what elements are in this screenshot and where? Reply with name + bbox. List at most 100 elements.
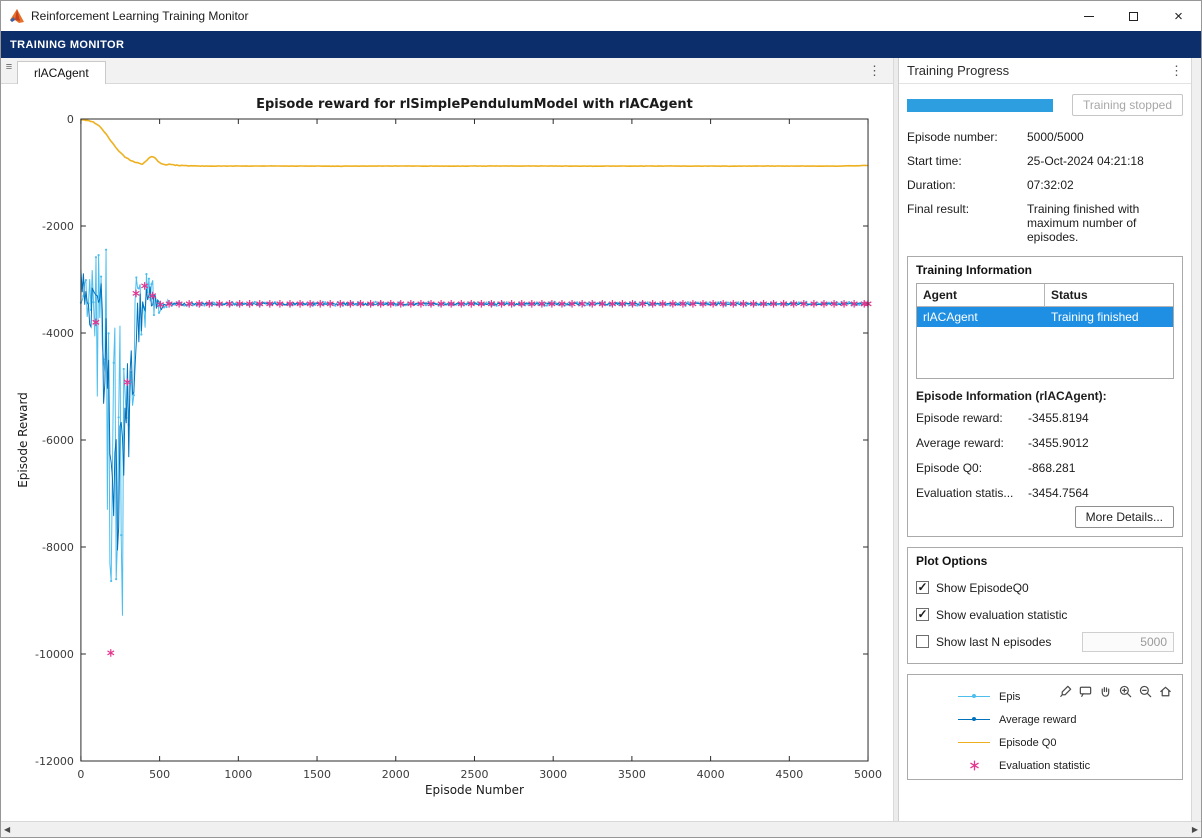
legend-panel: Epis Average reward Episode Q0 <box>907 674 1183 780</box>
more-details-button[interactable]: More Details... <box>1075 506 1174 528</box>
progress-row: Training stopped <box>907 94 1183 116</box>
legend-item-episode-q0: Episode Q0 <box>916 731 1174 754</box>
final-result-label: Final result: <box>907 202 1027 244</box>
training-progress-title: Training Progress <box>899 63 1009 78</box>
svg-text:-6000: -6000 <box>42 434 74 447</box>
svg-text:500: 500 <box>149 768 170 781</box>
show-episodeq0-checkbox[interactable] <box>916 581 929 594</box>
home-icon[interactable] <box>1156 682 1174 700</box>
reward-plot: 0500100015002000250030003500400045005000… <box>1 84 893 821</box>
agent-table-row[interactable]: rlACAgent Training finished <box>917 307 1173 327</box>
training-progress-body: Training stopped Episode number: 5000/50… <box>899 84 1191 821</box>
legend-label: Average reward <box>999 714 1076 726</box>
show-last-n-episodes-label: Show last N episodes <box>936 635 1051 649</box>
pan-icon[interactable] <box>1096 682 1114 700</box>
close-button[interactable]: × <box>1156 1 1201 31</box>
brush-icon[interactable] <box>1056 682 1074 700</box>
datatip-icon[interactable] <box>1076 682 1094 700</box>
episode-reward-value: -3455.8194 <box>1028 411 1174 425</box>
window-controls: × <box>1066 1 1201 31</box>
average-reward-line-sample <box>958 719 990 720</box>
legend-item-evaluation-statistic: Evaluation statistic <box>916 754 1174 777</box>
svg-text:4500: 4500 <box>775 768 803 781</box>
show-episodeq0-row: Show EpisodeQ0 <box>916 574 1174 601</box>
svg-text:5000: 5000 <box>854 768 882 781</box>
episode-information-title: Episode Information (rlACAgent): <box>916 389 1174 403</box>
close-icon: × <box>1174 9 1183 24</box>
svg-text:-4000: -4000 <box>42 327 74 340</box>
average-reward-label: Average reward: <box>916 436 1028 450</box>
svg-text:1500: 1500 <box>303 768 331 781</box>
vertical-scrollbar[interactable] <box>1191 58 1201 821</box>
training-information-title: Training Information <box>916 263 1174 277</box>
progress-fields: Episode number: 5000/5000 Start time: 25… <box>907 130 1183 244</box>
show-evaluation-statistic-row: Show evaluation statistic <box>916 601 1174 628</box>
training-information-panel: Training Information Agent Status rlACAg… <box>907 256 1183 537</box>
tab-label: rlACAgent <box>34 66 89 80</box>
documents-menu-icon[interactable]: ≡ <box>1 58 17 73</box>
maximize-icon <box>1129 12 1138 21</box>
minimize-button[interactable] <box>1066 1 1111 31</box>
episode-reward-line-sample <box>958 696 990 697</box>
episode-q0-line-sample <box>958 742 990 743</box>
tab-rlacagent[interactable]: rlACAgent <box>17 61 106 84</box>
average-reward-value: -3455.9012 <box>1028 436 1174 450</box>
toolstrip-tab-training-monitor[interactable]: TRAINING MONITOR <box>1 39 124 51</box>
training-stopped-button[interactable]: Training stopped <box>1072 94 1183 116</box>
show-last-n-episodes-row: Show last N episodes <box>916 628 1174 655</box>
show-evaluation-statistic-checkbox[interactable] <box>916 608 929 621</box>
axes-toolbar <box>1056 682 1174 700</box>
maximize-button[interactable] <box>1111 1 1156 31</box>
asterisk-marker-icon <box>958 759 990 772</box>
show-last-n-episodes-checkbox[interactable] <box>916 635 929 648</box>
duration-label: Duration: <box>907 178 1027 192</box>
plot-options-title: Plot Options <box>916 554 1174 568</box>
episode-reward-label: Episode reward: <box>916 411 1028 425</box>
status-column-header: Status <box>1045 284 1173 306</box>
titlebar: Reinforcement Learning Training Monitor … <box>1 1 1201 31</box>
svg-text:Episode Number: Episode Number <box>425 783 524 797</box>
episode-number-label: Episode number: <box>907 130 1027 144</box>
evaluation-statistic-value: -3454.7564 <box>1028 486 1174 500</box>
svg-text:-2000: -2000 <box>42 220 74 233</box>
duration-value: 07:32:02 <box>1027 178 1183 192</box>
training-progress-panel: Training Progress ⋮ Training stopped Epi… <box>899 58 1191 821</box>
show-evaluation-statistic-label: Show evaluation statistic <box>936 608 1067 622</box>
svg-text:0: 0 <box>77 768 84 781</box>
toolstrip: TRAINING MONITOR <box>1 31 1201 58</box>
svg-text:2000: 2000 <box>382 768 410 781</box>
agent-cell: rlACAgent <box>917 307 1045 327</box>
svg-text:1000: 1000 <box>224 768 252 781</box>
document-menu-ellipsis-icon[interactable]: ⋮ <box>868 63 881 79</box>
evaluation-statistic-label: Evaluation statis... <box>916 486 1028 500</box>
training-progress-menu-icon[interactable]: ⋮ <box>1170 63 1183 79</box>
start-time-label: Start time: <box>907 154 1027 168</box>
window-title: Reinforcement Learning Training Monitor <box>31 9 248 23</box>
svg-text:4000: 4000 <box>697 768 725 781</box>
document-area: ≡ rlACAgent ⋮ 05001000150020002500300035… <box>1 58 893 821</box>
svg-text:-12000: -12000 <box>35 755 74 768</box>
svg-text:0: 0 <box>67 113 74 126</box>
document-tabstrip: ≡ rlACAgent ⋮ <box>1 58 893 84</box>
app-window: Reinforcement Learning Training Monitor … <box>0 0 1202 838</box>
episode-number-value: 5000/5000 <box>1027 130 1183 144</box>
zoom-out-icon[interactable] <box>1136 682 1154 700</box>
last-n-episodes-input[interactable] <box>1082 632 1174 652</box>
scroll-right-icon[interactable]: ▶ <box>1192 826 1198 834</box>
scroll-left-icon[interactable]: ◀ <box>4 826 10 834</box>
episode-information-fields: Episode reward: -3455.8194 Average rewar… <box>916 411 1174 500</box>
svg-text:Episode Reward: Episode Reward <box>16 392 30 488</box>
episode-q0-value: -868.281 <box>1028 461 1174 475</box>
agent-column-header: Agent <box>917 284 1045 306</box>
minimize-icon <box>1084 16 1094 17</box>
svg-text:Episode reward for rlSimplePen: Episode reward for rlSimplePendulumModel… <box>256 97 693 112</box>
zoom-in-icon[interactable] <box>1116 682 1134 700</box>
agent-status-table: Agent Status rlACAgent Training finished <box>916 283 1174 379</box>
status-cell: Training finished <box>1045 307 1173 327</box>
matlab-logo-icon <box>9 9 25 24</box>
svg-text:-10000: -10000 <box>35 648 74 661</box>
show-episodeq0-label: Show EpisodeQ0 <box>936 581 1029 595</box>
legend-item-average-reward: Average reward <box>916 708 1174 731</box>
agent-table-header: Agent Status <box>917 284 1173 307</box>
horizontal-scrollbar[interactable]: ◀ ▶ <box>1 821 1201 837</box>
